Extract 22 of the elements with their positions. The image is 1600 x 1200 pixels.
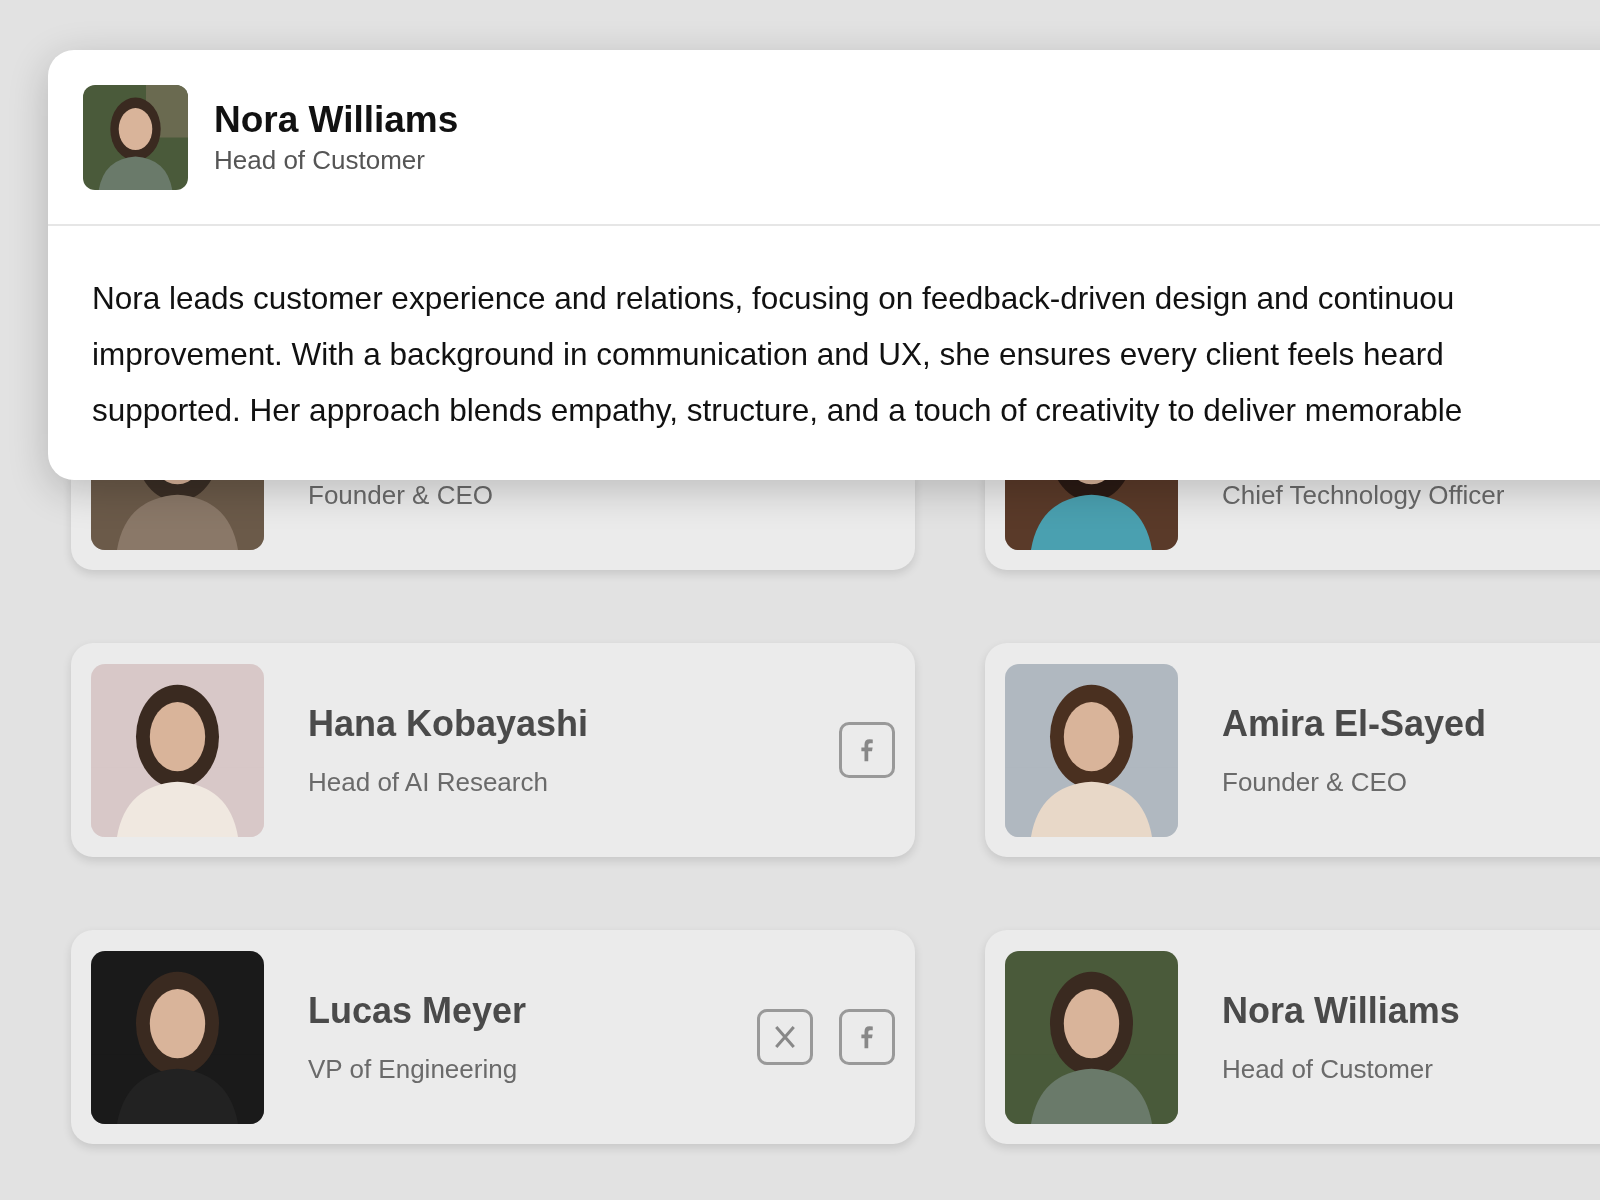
bio-text: supported. Her approach blends empathy, structure, and a touch of creativity to deliver memorable [92, 391, 1464, 430]
member-role: Chief Technology Officer [1222, 480, 1506, 511]
team-card[interactable]: Lucas Meyer VP of Engineering [71, 930, 915, 1144]
team-card[interactable]: Amira El-Sayed Founder & CEO [985, 643, 1600, 857]
member-name: Hana Kobayashi [308, 702, 590, 745]
person-role: Head of Customer [214, 144, 426, 176]
facebook-icon[interactable] [839, 722, 895, 778]
member-name: Nora Williams [1222, 989, 1461, 1032]
bio-text: improvement. With a background in communication and UX, she ensures every client feels heard [92, 335, 1445, 374]
facebook-icon[interactable] [839, 1009, 895, 1065]
member-role: Head of Customer [1222, 1053, 1434, 1085]
bio-text: Nora leads customer experience and relations, focusing on feedback-driven design and continuou [92, 279, 1456, 318]
team-card[interactable]: Nora Williams Head of Customer [985, 930, 1600, 1144]
member-role: Head of AI Research [308, 766, 549, 798]
member-role: Founder & CEO [308, 480, 494, 511]
x-icon[interactable] [757, 1009, 813, 1065]
member-name: Amira El-Sayed [1222, 702, 1488, 745]
member-name: Lucas Meyer [308, 989, 528, 1032]
member-role: Founder & CEO [1222, 766, 1408, 798]
member-role: VP of Engineering [308, 1053, 519, 1085]
person-name: Nora Williams [214, 98, 459, 141]
team-card[interactable]: Hana Kobayashi Head of AI Research [71, 643, 915, 857]
